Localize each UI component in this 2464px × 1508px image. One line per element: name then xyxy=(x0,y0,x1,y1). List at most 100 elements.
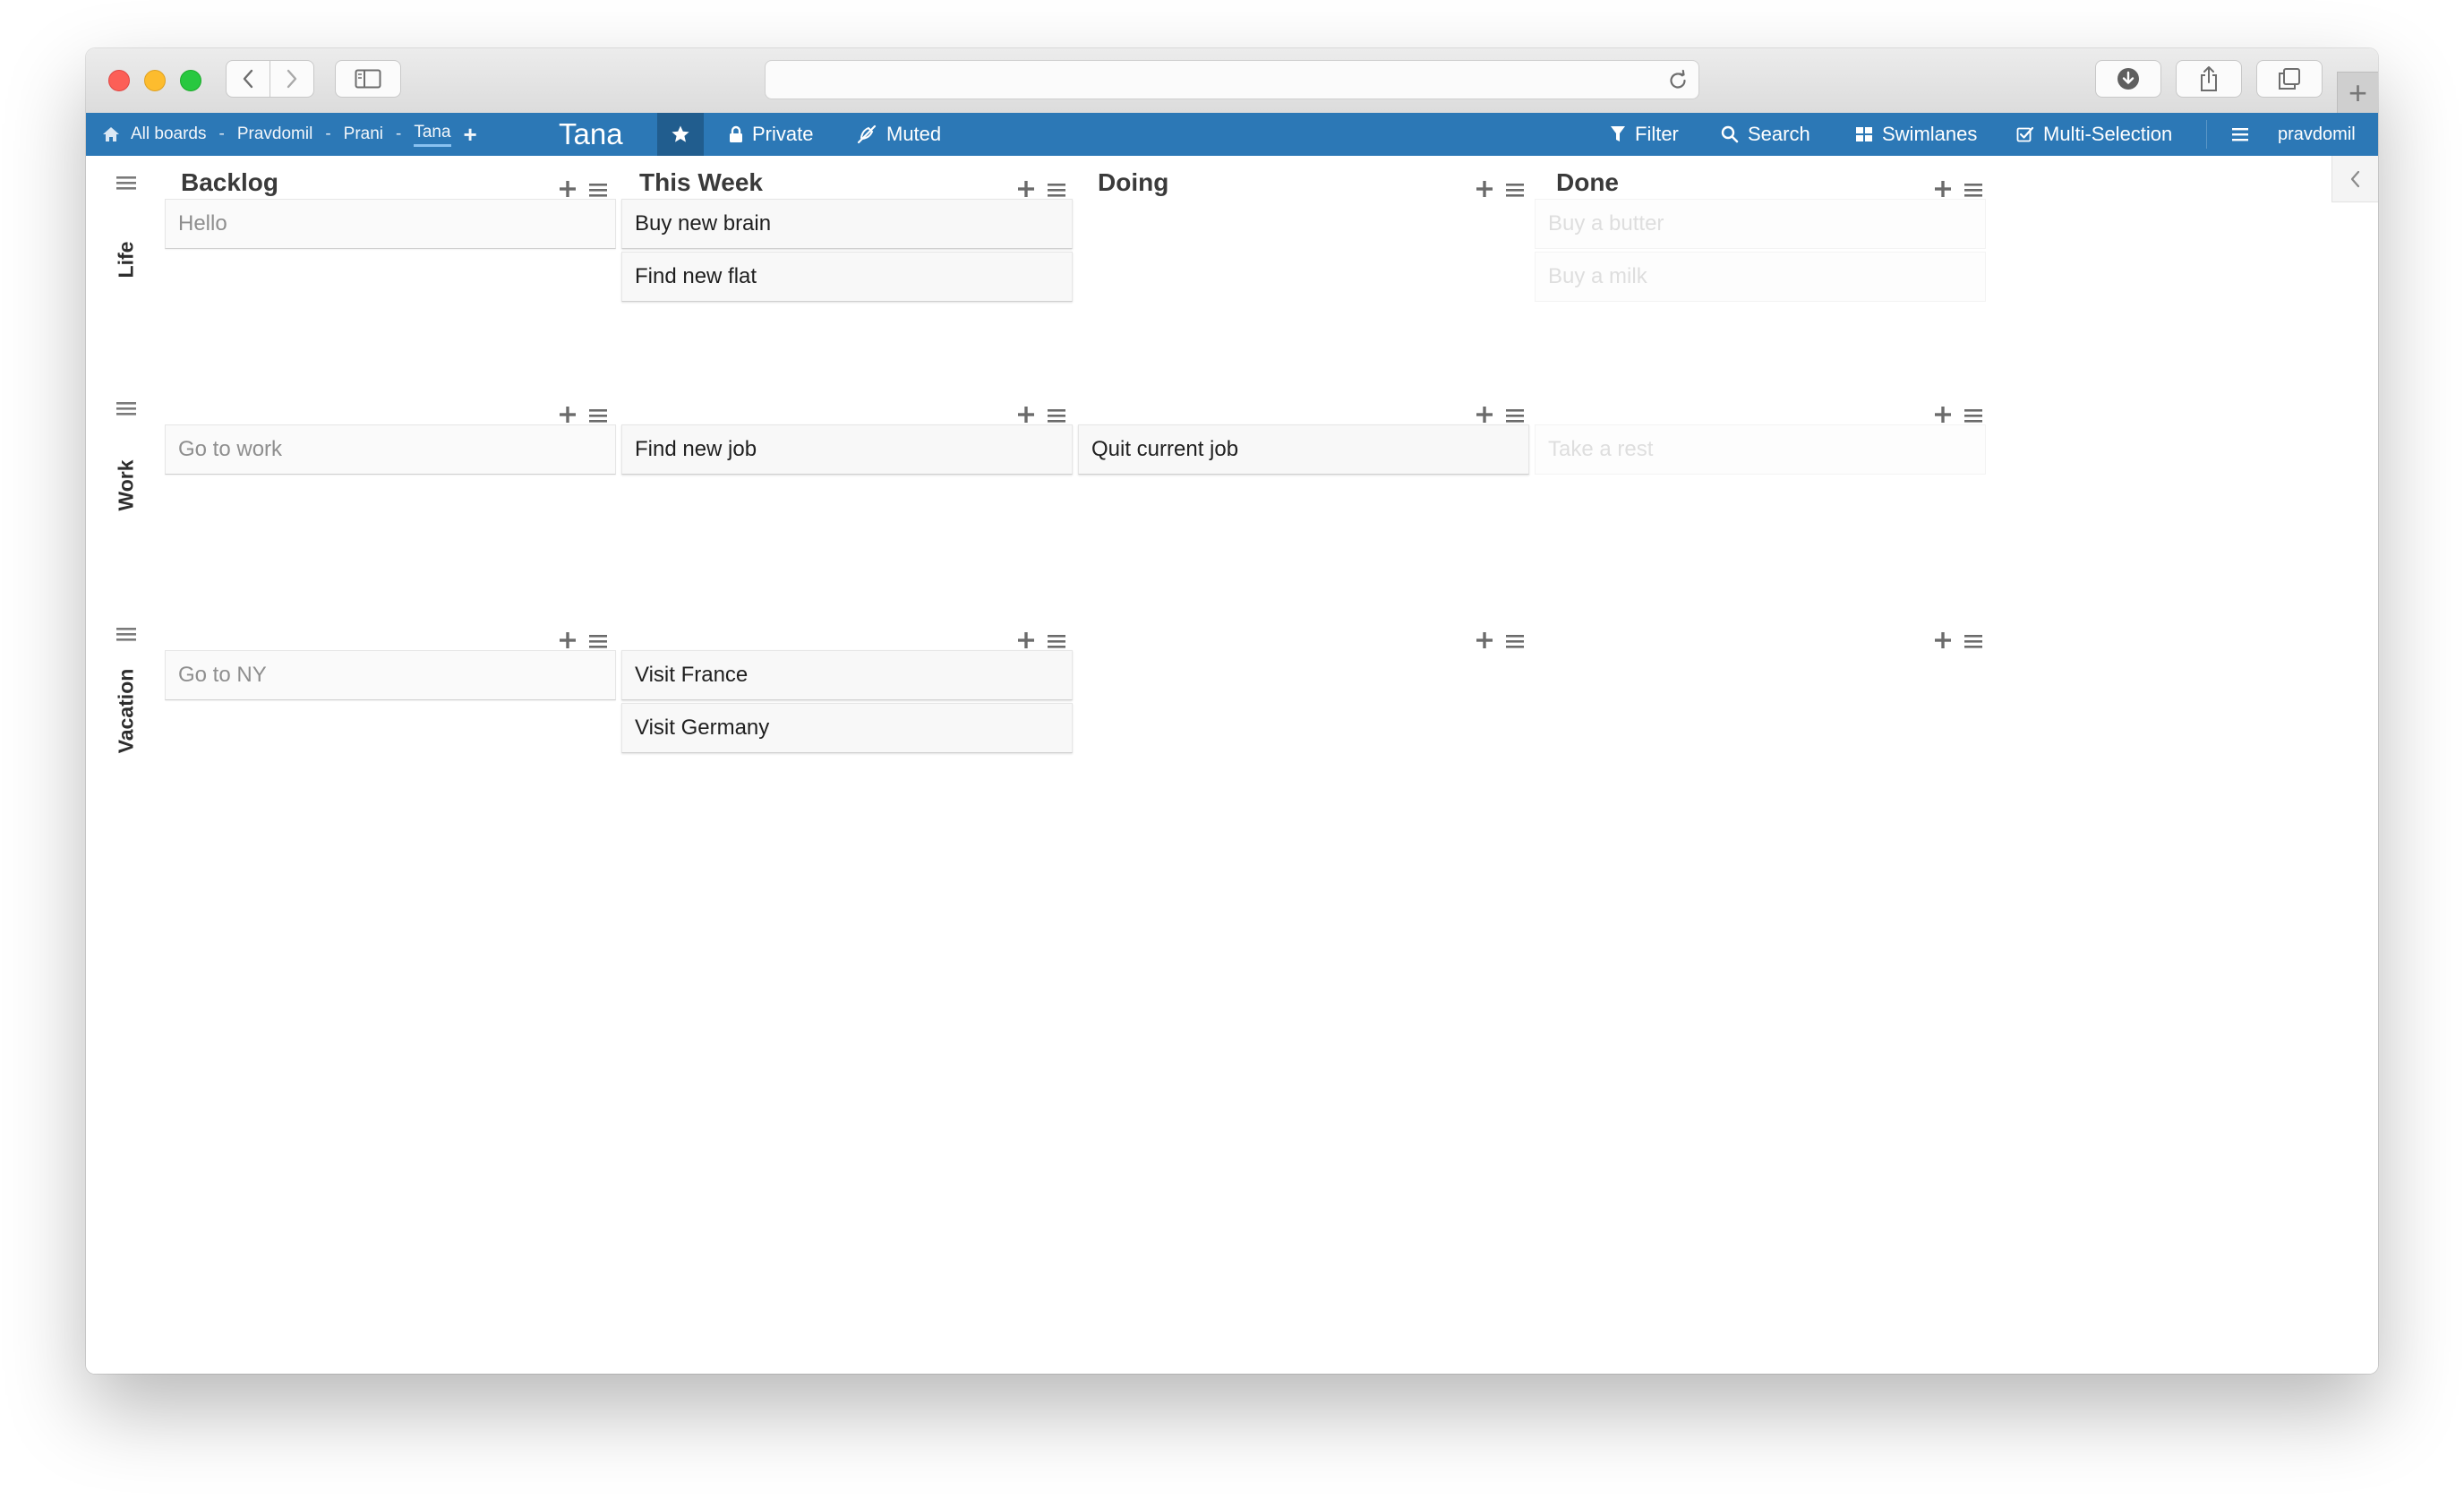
sidebar-toggle-button[interactable] xyxy=(2331,156,2378,202)
card[interactable]: Go to NY xyxy=(165,650,616,700)
swimlane-title[interactable]: Vacation xyxy=(115,669,139,754)
board-view-button[interactable]: Swimlanes xyxy=(1855,113,1977,156)
card[interactable]: Find new flat xyxy=(621,252,1073,302)
zoom-window-button[interactable] xyxy=(180,70,201,91)
breadcrumb-separator: - xyxy=(218,124,225,143)
board-canvas: Backlog This Week Doing Done Life Hello Buy ne… xyxy=(86,156,2378,1374)
list-title[interactable]: Backlog xyxy=(181,168,278,197)
address-bar[interactable] xyxy=(765,60,1699,99)
multi-selection-button[interactable]: Multi-Selection xyxy=(2016,113,2172,156)
list-controls xyxy=(1017,405,1065,426)
board-title[interactable]: Tana xyxy=(559,113,623,156)
card[interactable]: Visit Germany xyxy=(621,703,1073,753)
list-controls xyxy=(1476,405,1524,426)
list-controls xyxy=(1934,405,1982,426)
card[interactable]: Take a rest xyxy=(1535,424,1986,475)
hamburger-icon[interactable] xyxy=(116,176,136,190)
filter-button[interactable]: Filter xyxy=(1610,113,1679,156)
list-menu-icon[interactable] xyxy=(589,408,607,423)
filter-label: Filter xyxy=(1635,123,1679,145)
board-view-label: Swimlanes xyxy=(1882,123,1978,145)
browser-window: + All boards - Pravdomil - Prani - Tana … xyxy=(86,48,2378,1374)
user-menu[interactable]: pravdomil xyxy=(2278,113,2356,156)
plus-icon[interactable] xyxy=(1017,180,1035,198)
swimlane-menu-button[interactable] xyxy=(116,176,136,194)
sidebar-button[interactable] xyxy=(335,60,401,98)
list-menu-icon[interactable] xyxy=(589,634,607,648)
tab-overview-button[interactable] xyxy=(2256,60,2323,98)
card[interactable]: Go to work xyxy=(165,424,616,475)
board-header: All boards - Pravdomil - Prani - Tana + … xyxy=(86,113,2378,156)
card[interactable]: Buy new brain xyxy=(621,199,1073,249)
plus-icon[interactable] xyxy=(1017,406,1035,424)
list-title[interactable]: This Week xyxy=(639,168,763,197)
list-title[interactable]: Doing xyxy=(1098,168,1168,197)
plus-icon[interactable] xyxy=(1017,631,1035,649)
chevron-left-icon xyxy=(243,69,253,89)
forward-button[interactable] xyxy=(270,60,314,98)
search-icon xyxy=(1721,125,1739,143)
card[interactable]: Buy a milk xyxy=(1535,252,1986,302)
list-menu-icon[interactable] xyxy=(1506,634,1524,648)
list-menu-icon[interactable] xyxy=(1048,183,1065,197)
downloads-button[interactable] xyxy=(2095,60,2161,98)
card[interactable]: Quit current job xyxy=(1078,424,1529,475)
list-controls xyxy=(1934,179,1982,201)
plus-icon[interactable] xyxy=(1934,631,1952,649)
plus-icon[interactable] xyxy=(1934,180,1952,198)
star-board-button[interactable] xyxy=(657,113,704,156)
plus-icon[interactable] xyxy=(559,631,577,649)
checkbox-icon xyxy=(2016,126,2034,142)
search-button[interactable]: Search xyxy=(1721,113,1810,156)
list-menu-icon[interactable] xyxy=(1506,408,1524,423)
plus-icon[interactable] xyxy=(1476,180,1493,198)
list-menu-icon[interactable] xyxy=(1964,183,1982,197)
new-tab-button[interactable]: + xyxy=(2337,72,2378,113)
list-menu-icon[interactable] xyxy=(1048,634,1065,648)
back-button[interactable] xyxy=(226,60,270,98)
hamburger-icon xyxy=(2232,128,2248,141)
share-button[interactable] xyxy=(2176,60,2242,98)
sidebar-icon xyxy=(355,69,381,89)
hamburger-icon[interactable] xyxy=(116,401,136,416)
list-title[interactable]: Done xyxy=(1556,168,1619,197)
list-menu-icon[interactable] xyxy=(1964,408,1982,423)
list-menu-icon[interactable] xyxy=(1506,183,1524,197)
card[interactable]: Hello xyxy=(165,199,616,249)
hamburger-menu-button[interactable] xyxy=(2231,113,2249,156)
close-window-button[interactable] xyxy=(108,70,130,91)
plus-icon[interactable] xyxy=(559,406,577,424)
watch-label: Muted xyxy=(886,123,942,145)
plus-icon[interactable] xyxy=(1476,406,1493,424)
privacy-button[interactable]: Private xyxy=(729,113,813,156)
plus-icon[interactable] xyxy=(559,180,577,198)
swimlane-title[interactable]: Life xyxy=(115,242,139,278)
card[interactable]: Visit France xyxy=(621,650,1073,700)
breadcrumb-pravdomil[interactable]: Pravdomil xyxy=(237,124,312,144)
card[interactable]: Buy a butter xyxy=(1535,199,1986,249)
swimlane-title[interactable]: Work xyxy=(115,459,139,510)
minimize-window-button[interactable] xyxy=(144,70,166,91)
breadcrumb-prani[interactable]: Prani xyxy=(344,124,383,144)
tabs-icon xyxy=(2279,68,2300,90)
hamburger-icon[interactable] xyxy=(116,627,136,641)
plus-icon[interactable] xyxy=(1934,406,1952,424)
plus-icon[interactable] xyxy=(1476,631,1493,649)
list-menu-icon[interactable] xyxy=(1048,408,1065,423)
list-menu-icon[interactable] xyxy=(589,183,607,197)
watch-button[interactable]: Muted xyxy=(856,113,941,156)
list-controls xyxy=(1017,179,1065,201)
list-menu-icon[interactable] xyxy=(1964,634,1982,648)
list-controls xyxy=(1476,630,1524,652)
card[interactable]: Find new job xyxy=(621,424,1073,475)
filter-icon xyxy=(1611,126,1625,141)
breadcrumb-all-boards[interactable]: All boards xyxy=(131,124,207,144)
add-board-button[interactable]: + xyxy=(464,121,477,149)
browser-toolbar: + xyxy=(86,48,2378,114)
swimlane-menu-button[interactable] xyxy=(116,401,136,420)
breadcrumb-tana[interactable]: Tana xyxy=(414,123,451,147)
swimlane-menu-button[interactable] xyxy=(116,627,136,646)
multi-selection-label: Multi-Selection xyxy=(2043,123,2173,145)
reload-icon[interactable] xyxy=(1666,69,1690,92)
chevron-right-icon xyxy=(287,69,297,89)
